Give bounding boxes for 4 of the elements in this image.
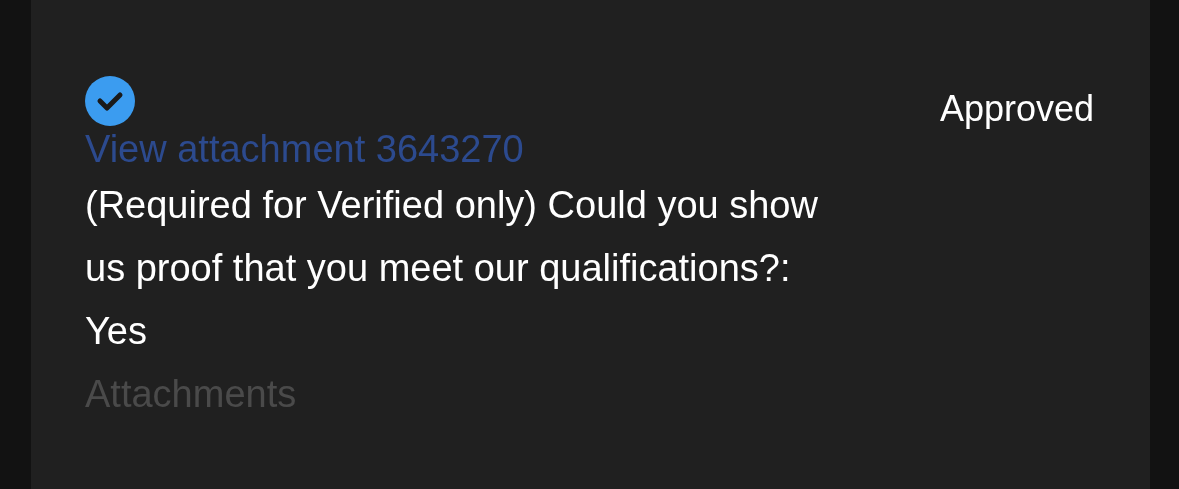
attachment-link[interactable]: View attachment 3643270 <box>85 124 524 174</box>
question-text: (Required for Verified only) Could you show us proof that you meet our qualifications?: <box>85 183 819 291</box>
answer-text: Yes <box>85 309 148 354</box>
status-label: Approved <box>939 88 1094 130</box>
